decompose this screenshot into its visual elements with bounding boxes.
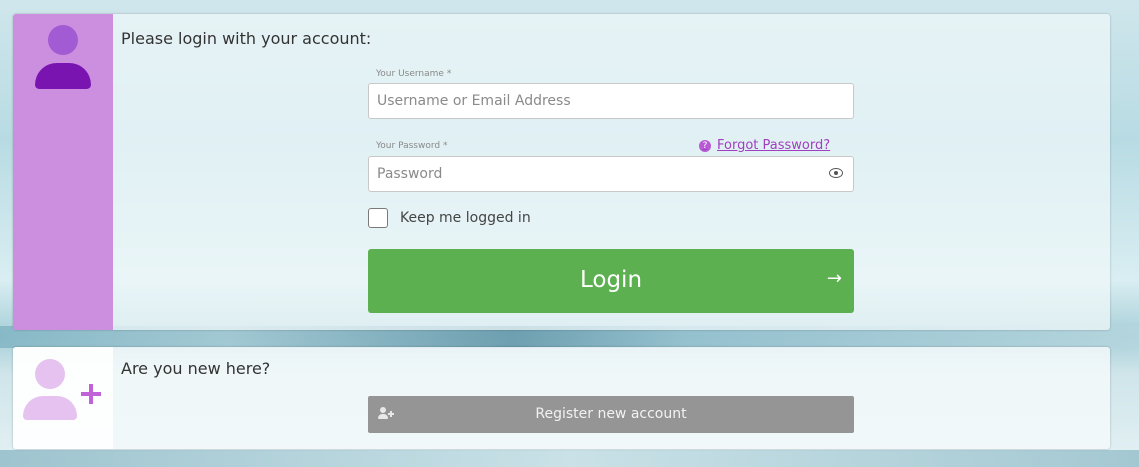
- register-heading: Are you new here?: [121, 359, 271, 378]
- remember-me-label[interactable]: Keep me logged in: [400, 210, 531, 226]
- plus-icon: [81, 384, 101, 404]
- username-label: Your Username *: [376, 69, 452, 79]
- help-icon: ?: [699, 139, 711, 152]
- remember-me-checkbox[interactable]: [368, 208, 388, 228]
- login-panel: Please login with your account: Your Use…: [13, 14, 1110, 330]
- background-bottom: [0, 450, 1139, 467]
- arrow-right-icon: →: [826, 268, 842, 289]
- login-button[interactable]: Login →: [368, 249, 854, 313]
- login-sidebar: [13, 14, 113, 330]
- forgot-password-link[interactable]: ? Forgot Password?: [699, 138, 830, 153]
- register-sidebar: [13, 347, 113, 449]
- user-icon: [35, 25, 91, 91]
- register-button-label: Register new account: [535, 406, 687, 422]
- forgot-password-label[interactable]: Forgot Password?: [717, 138, 830, 153]
- password-label: Your Password *: [376, 141, 448, 151]
- register-button[interactable]: Register new account: [368, 396, 854, 433]
- password-input[interactable]: [369, 157, 825, 191]
- eye-icon[interactable]: [829, 168, 843, 178]
- add-user-avatar-icon: [23, 356, 107, 422]
- login-heading: Please login with your account:: [121, 29, 372, 48]
- username-input[interactable]: [369, 84, 825, 118]
- username-field[interactable]: [368, 83, 854, 119]
- register-panel: Are you new here? Register new account: [13, 347, 1110, 449]
- remember-me-row[interactable]: Keep me logged in: [368, 208, 531, 228]
- password-field[interactable]: [368, 156, 854, 192]
- login-button-label: Login: [579, 267, 643, 293]
